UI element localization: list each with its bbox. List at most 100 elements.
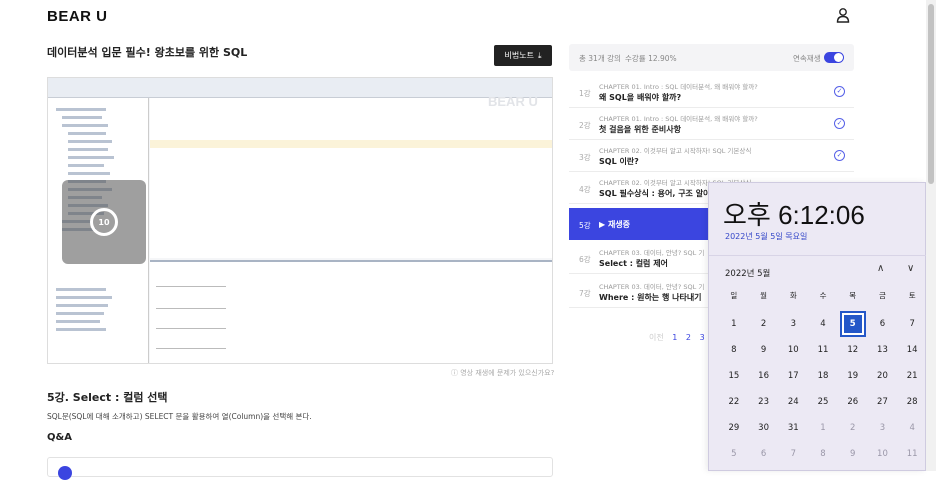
calendar-day-number: 22 <box>728 397 740 407</box>
autoplay-toggle[interactable] <box>824 52 844 63</box>
calendar-day[interactable]: 12 <box>838 337 868 363</box>
calendar-day[interactable]: 25 <box>808 389 838 415</box>
calendar-day[interactable]: 24 <box>778 389 808 415</box>
calendar-day[interactable]: 19 <box>838 363 868 389</box>
clock-time: 오후 6:12:06 <box>723 200 865 230</box>
replay-button[interactable]: 10 <box>62 180 146 264</box>
calendar-day-number: 19 <box>847 371 859 381</box>
scrollbar-thumb[interactable] <box>928 4 934 184</box>
calendar-day-today[interactable]: 5 <box>838 311 868 337</box>
calendar-day[interactable]: 4 <box>808 311 838 337</box>
calendar-day[interactable]: 7 <box>778 441 808 467</box>
calendar-week: 8 9 10 11 12 13 14 <box>719 337 927 363</box>
calendar-day[interactable]: 31 <box>778 415 808 441</box>
calendar-day[interactable]: 14 <box>897 337 927 363</box>
qa-input-box[interactable] <box>47 457 553 480</box>
logo[interactable]: BEAR U <box>47 8 108 25</box>
calendar-month[interactable]: 2022년 5월 <box>725 267 770 279</box>
weekday-label: 월 <box>760 290 768 300</box>
calendar-day[interactable]: 4 <box>897 415 927 441</box>
calendar-day[interactable]: 20 <box>868 363 898 389</box>
check-icon: ✓ <box>834 86 845 97</box>
calendar-day[interactable]: 5 <box>719 441 749 467</box>
calendar-day[interactable]: 26 <box>838 389 868 415</box>
calendar-day[interactable]: 2 <box>749 311 779 337</box>
calendar-day[interactable]: 8 <box>719 337 749 363</box>
check-icon: ✓ <box>834 150 845 161</box>
video-player[interactable]: BEAR U 10 <box>47 77 553 364</box>
calendar-day[interactable]: 9 <box>838 441 868 467</box>
lecture-chapter: CHAPTER 01. Intro : SQL 데이터분석, 왜 배워야 할까? <box>599 83 758 91</box>
calendar-day[interactable]: 13 <box>868 337 898 363</box>
calendar-day-number: 27 <box>877 397 888 407</box>
lecture-number: 2강 <box>579 121 591 130</box>
calendar-day[interactable]: 6 <box>749 441 779 467</box>
clock-date[interactable]: 2022년 5월 5일 목요일 <box>725 231 807 242</box>
calendar-day-number: 9 <box>760 345 767 355</box>
calendar-day[interactable]: 6 <box>868 311 898 337</box>
calendar-day[interactable]: 1 <box>719 311 749 337</box>
calendar-day[interactable]: 27 <box>868 389 898 415</box>
calendar-day[interactable]: 28 <box>897 389 927 415</box>
calendar-day-number: 8 <box>820 449 826 459</box>
pagination-prev[interactable]: 이전 <box>649 333 664 342</box>
lecture-item[interactable]: 3강 CHAPTER 02. 이것부터 알고 시작하자! SQL 기본상식 SQ… <box>569 140 854 172</box>
lecture-chapter: CHAPTER 03. 데이터, 안녕? SQL 기 <box>599 249 705 257</box>
lecture-item[interactable]: 1강 CHAPTER 01. Intro : SQL 데이터분석, 왜 배워야 … <box>569 76 854 108</box>
replay-icon: 10 <box>90 208 118 236</box>
download-icon: ⤓ <box>537 50 542 60</box>
page-2[interactable]: 2 <box>686 333 691 342</box>
clock-calendar-flyout: 오후 6:12:06 2022년 5월 5일 목요일 2022년 5월 ∧ ∨ … <box>708 182 927 471</box>
calendar-day[interactable]: 9 <box>749 337 779 363</box>
page-1[interactable]: 1 <box>672 333 677 342</box>
calendar-day[interactable]: 7 <box>897 311 927 337</box>
calendar-day[interactable]: 16 <box>749 363 779 389</box>
calendar-day-number: 3 <box>879 423 886 433</box>
calendar-day[interactable]: 3 <box>778 311 808 337</box>
calendar-day[interactable]: 29 <box>719 415 749 441</box>
calendar-day[interactable]: 22 <box>719 389 749 415</box>
lecture-name: 왜 SQL을 배워야 할까? <box>599 93 682 102</box>
calendar-day[interactable]: 2 <box>838 415 868 441</box>
calendar-day[interactable]: 11 <box>897 441 927 467</box>
lecture-item[interactable]: 2강 CHAPTER 01. Intro : SQL 데이터분석, 왜 배워야 … <box>569 108 854 140</box>
video-watermark: BEAR U <box>488 94 538 109</box>
user-icon[interactable] <box>836 7 850 23</box>
page-3[interactable]: 3 <box>700 333 705 342</box>
report-problem-link[interactable]: ⓘ 영상 재생에 문제가 있으신가요? <box>451 368 554 378</box>
weekday-label: 수 <box>819 290 827 300</box>
calendar-day[interactable]: 30 <box>749 415 779 441</box>
calendar-day[interactable]: 1 <box>808 415 838 441</box>
lecture-name: 첫 걸음을 위한 준비사항 <box>599 125 681 134</box>
calendar-day[interactable]: 11 <box>808 337 838 363</box>
video-frame-editor <box>150 98 552 258</box>
calendar-day-number: 2 <box>760 319 767 329</box>
lecture-chapter: CHAPTER 01. Intro : SQL 데이터분석, 왜 배워야 할까? <box>599 115 758 123</box>
calendar-day[interactable]: 8 <box>808 441 838 467</box>
sidebar-header: 총 31개 강의 수강률 12.90% 연속재생 <box>569 44 854 71</box>
chevron-up-icon[interactable]: ∧ <box>877 263 884 274</box>
calendar-day[interactable]: 10 <box>778 337 808 363</box>
calendar-week: 1 2 3 4 5 6 7 <box>719 311 927 337</box>
calendar-day[interactable]: 23 <box>749 389 779 415</box>
calendar-day-number: 9 <box>850 449 856 459</box>
chevron-down-icon[interactable]: ∨ <box>907 263 914 274</box>
calendar-day[interactable]: 18 <box>808 363 838 389</box>
calendar-day[interactable]: 10 <box>868 441 898 467</box>
calendar-day-number: 6 <box>879 319 886 329</box>
course-title: 데이터분석 입문 필수! 왕초보를 위한 SQL <box>47 46 248 59</box>
calendar-day[interactable]: 17 <box>778 363 808 389</box>
weekday-label: 토 <box>908 290 916 300</box>
page-scrollbar[interactable] <box>926 0 936 471</box>
calendar-day-number: 25 <box>817 397 829 407</box>
calendar-day[interactable]: 15 <box>719 363 749 389</box>
calendar-day-number: 12 <box>847 345 859 355</box>
calendar-day-number: 10 <box>877 449 888 459</box>
lecture-chapter: CHAPTER 02. 이것부터 알고 시작하자! SQL 기본상식 <box>599 147 752 155</box>
calendar-day-number: 31 <box>787 423 799 433</box>
notes-button[interactable]: 비법노트 ⤓ <box>494 45 552 66</box>
notes-button-label: 비법노트 <box>504 51 534 60</box>
calendar-day[interactable]: 21 <box>897 363 927 389</box>
weekday-label: 목 <box>849 290 857 300</box>
calendar-day[interactable]: 3 <box>868 415 898 441</box>
